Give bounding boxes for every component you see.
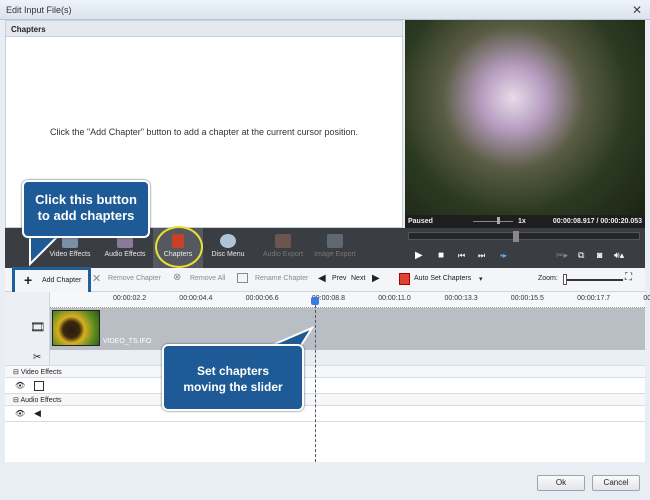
callout-tails [29, 235, 315, 348]
callout-add-tail [29, 235, 61, 267]
callout-slider: Set chapters moving the slider [162, 344, 304, 411]
callout-add-chapters: Click this button to add chapters [22, 180, 150, 238]
